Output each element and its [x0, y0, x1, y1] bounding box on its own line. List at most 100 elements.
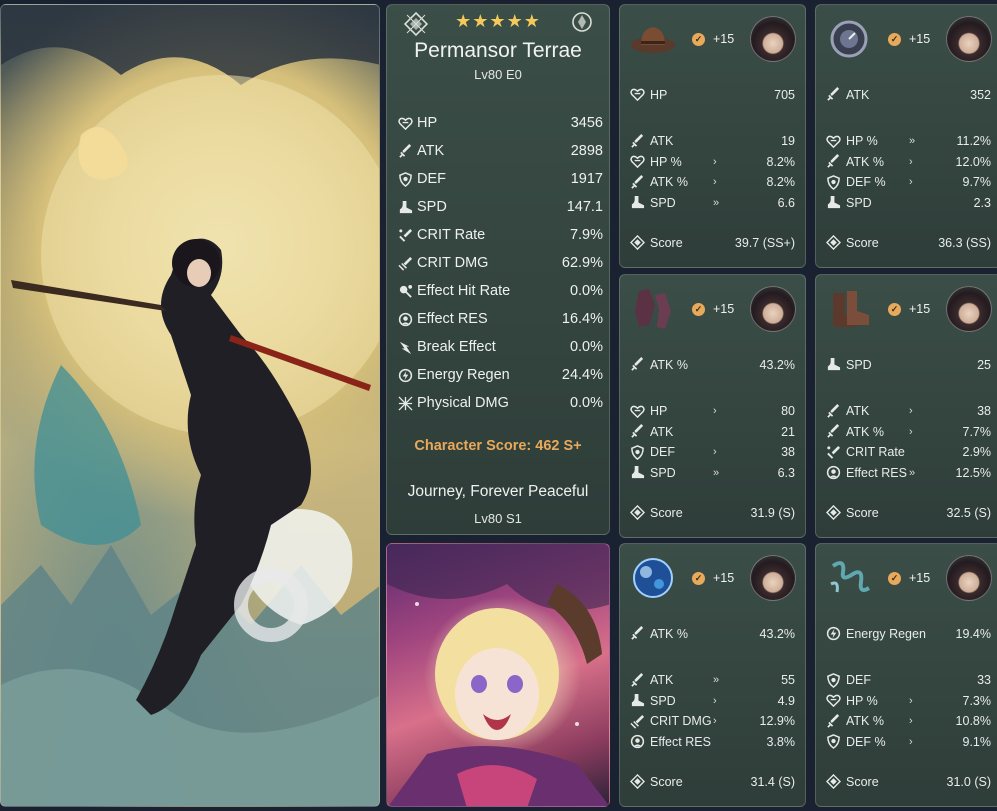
substat-value: 8.2% [766, 175, 796, 190]
relic-main-stat: ATK % 43.2% [630, 626, 795, 641]
score-value: 39.7 (SS+) [734, 235, 795, 250]
substat-row: ATK % › 12.0% [826, 152, 991, 173]
substat-label: CRIT DMG [650, 714, 712, 729]
character-avatar [946, 555, 992, 601]
substat-value: 7.7% [962, 424, 992, 439]
roll-indicator-icon: › [909, 694, 913, 707]
substat-value: 33 [977, 673, 991, 688]
substat-value: 4.9 [777, 693, 795, 708]
relic-score: Score 31.0 (S) [826, 774, 991, 789]
energy-icon [826, 626, 841, 641]
relic-card-hands[interactable]: ✓ +15 ATK 352 HP % » 11.2% ATK % › 12.0% DEF % › 9.7… [815, 4, 997, 268]
relic-header: ✓ +15 [816, 5, 997, 75]
main-stat-label: ATK [846, 87, 870, 102]
score-value: 31.9 (S) [750, 505, 795, 520]
roll-indicator-icon: › [713, 694, 717, 707]
roll-indicator-icon: » [713, 196, 720, 209]
stat-row: HP 3456 [397, 109, 603, 137]
stat-label: DEF [417, 171, 446, 187]
substat-label: DEF % [846, 734, 886, 749]
sword-icon [630, 133, 645, 149]
stat-label: ATK [417, 143, 445, 159]
score-icon [826, 505, 841, 520]
shield-icon [826, 174, 841, 190]
relic-level: +15 [713, 302, 735, 316]
relic-card-rope[interactable]: ✓ +15 Energy Regen 19.4% DEF 33 HP % › 7.3% ATK %… [815, 543, 997, 807]
stat-value: 0.0% [569, 395, 603, 411]
effect-res-icon [630, 734, 645, 749]
stat-row: CRIT Rate 7.9% [397, 221, 603, 249]
relic-card-body[interactable]: ✓ +15 ATK % 43.2% HP › 80 ATK 21 DEF › 38 SPD » 6.3 Sco… [619, 274, 806, 538]
boot-icon [826, 195, 841, 210]
character-stats-panel: ★★★★★ Permansor Terrae Lv80 E0 HP 3456 ATK… [386, 4, 610, 535]
roll-indicator-icon: › [713, 155, 717, 168]
main-stat-value: 352 [970, 87, 991, 102]
stat-value: 62.9% [561, 255, 603, 271]
substat-label: HP % [846, 693, 878, 708]
substat-value: 12.5% [955, 465, 991, 480]
relic-feet-icon [825, 285, 873, 333]
relic-card-feet[interactable]: ✓ +15 SPD 25 ATK › 38 ATK % › 7.7% CRIT Rate 2.9% Ef… [815, 274, 997, 538]
boot-icon [630, 195, 645, 210]
main-stat-label: HP [650, 87, 668, 102]
stat-value: 147.1 [566, 199, 603, 215]
substat-row: DEF › 38 [630, 442, 795, 463]
shield-icon [397, 171, 413, 187]
stat-value: 1917 [570, 171, 603, 187]
substat-row: ATK 21 [630, 422, 795, 443]
sword-icon [630, 672, 645, 688]
relic-card-head[interactable]: ✓ +15 HP 705 ATK 19 HP % › 8.2% ATK % › 8.2% SPD » 6.6… [619, 4, 806, 268]
crit-rate-icon [397, 227, 413, 243]
substat-row: Effect RES 3.8% [630, 732, 795, 753]
substat-row: SPD » 6.6 [630, 193, 795, 214]
relic-head-icon [629, 15, 677, 63]
character-avatar [750, 555, 796, 601]
effect-hit-icon [397, 283, 413, 299]
substat-value: 9.7% [962, 175, 992, 190]
heart-icon [826, 134, 841, 149]
substat-row: ATK % › 8.2% [630, 172, 795, 193]
stat-row: Break Effect 0.0% [397, 333, 603, 361]
stat-value: 0.0% [569, 339, 603, 355]
main-stat-value: 705 [774, 87, 795, 102]
substat-row: ATK 19 [630, 131, 795, 152]
substat-value: 2.3 [973, 195, 991, 210]
relic-header: ✓ +15 [816, 275, 997, 345]
substat-label: ATK [846, 404, 870, 419]
substat-value: 8.2% [766, 154, 796, 169]
main-stat-value: 43.2% [759, 626, 795, 641]
relic-card-sphere[interactable]: ✓ +15 ATK % 43.2% ATK » 55 SPD › 4.9 CRIT DMG › 12.9… [619, 543, 806, 807]
substat-row: CRIT Rate 2.9% [826, 442, 991, 463]
score-value: 32.5 (S) [946, 505, 991, 520]
score-icon [826, 774, 841, 789]
stat-value: 16.4% [561, 311, 603, 327]
score-label: Score [650, 774, 683, 789]
roll-indicator-icon: » [909, 135, 916, 148]
check-badge-icon: ✓ [692, 303, 705, 316]
relic-main-stat: SPD 25 [826, 357, 991, 372]
main-stat-value: 25 [977, 357, 991, 372]
effect-res-icon [826, 465, 841, 480]
substat-label: ATK % [846, 424, 884, 439]
substat-value: 6.3 [777, 465, 795, 480]
element-icon [571, 11, 593, 33]
substat-value: 12.0% [955, 154, 991, 169]
energy-icon [397, 367, 413, 383]
relic-main-stat: ATK 352 [826, 87, 991, 102]
relic-score: Score 32.5 (S) [826, 505, 991, 520]
substat-label: DEF [846, 673, 871, 688]
sword-icon [630, 424, 645, 439]
relic-substats: ATK › 38 ATK % › 7.7% CRIT Rate 2.9% Effect RES»… [826, 401, 991, 483]
substat-value: 10.8% [955, 714, 991, 729]
shield-icon [630, 444, 645, 460]
stat-row: DEF 1917 [397, 165, 603, 193]
character-score: Character Score: 462 S+ [414, 438, 582, 454]
substat-row: HP % › 8.2% [630, 152, 795, 173]
relic-substats: DEF 33 HP % › 7.3% ATK % › 10.8% DEF % › 9.1% [826, 670, 991, 752]
check-badge-icon: ✓ [888, 303, 901, 316]
boot-icon [630, 465, 645, 480]
score-label: Score [650, 505, 683, 520]
stat-label: Effect Hit Rate [417, 283, 511, 299]
stat-label: Energy Regen [417, 367, 510, 383]
substat-label: SPD [650, 693, 676, 708]
